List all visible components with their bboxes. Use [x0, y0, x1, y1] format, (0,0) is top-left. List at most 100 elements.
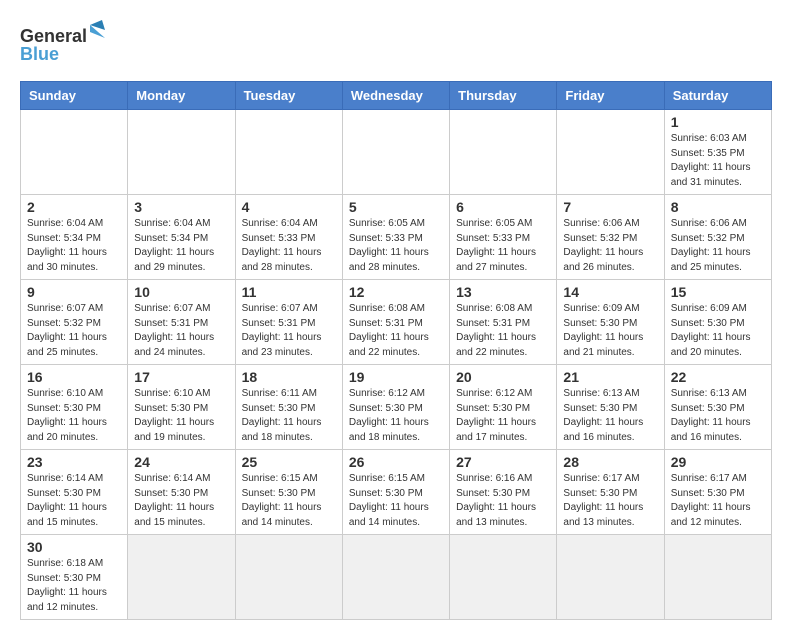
calendar-week-2: 9 Sunrise: 6:07 AM Sunset: 5:32 PM Daylig… [21, 280, 772, 365]
calendar-cell: 28Sunrise: 6:17 AM Sunset: 5:30 PM Dayli… [557, 450, 664, 535]
day-number: 2 [27, 199, 121, 215]
day-info: Sunrise: 6:14 AM Sunset: 5:30 PM Dayligh… [27, 472, 121, 530]
day-info: Sunrise: 6:11 AM Sunset: 5:30 PM Dayligh… [242, 387, 336, 445]
calendar-week-1: 2 Sunrise: 6:04 AM Sunset: 5:34 PM Daylig… [21, 195, 772, 280]
day-number: 6 [456, 199, 550, 215]
calendar-header-wednesday: Wednesday [342, 82, 449, 110]
day-number: 7 [563, 199, 657, 215]
calendar-cell: 16 Sunrise: 6:10 AM Sunset: 5:30 PM Dayli… [21, 365, 128, 450]
day-number: 29 [671, 454, 765, 470]
day-info: Sunrise: 6:04 AM Sunset: 5:33 PM Dayligh… [242, 217, 336, 275]
calendar-cell: 13Sunrise: 6:08 AM Sunset: 5:31 PM Dayli… [450, 280, 557, 365]
day-info: Sunrise: 6:05 AM Sunset: 5:33 PM Dayligh… [456, 217, 550, 275]
day-number: 15 [671, 284, 765, 300]
calendar-cell [342, 535, 449, 620]
calendar-cell: 19 Sunrise: 6:12 AM Sunset: 5:30 PM Dayli… [342, 365, 449, 450]
calendar-cell: 8 Sunrise: 6:06 AM Sunset: 5:32 PM Daylig… [664, 195, 771, 280]
svg-text:General: General [20, 26, 87, 46]
day-info: Sunrise: 6:12 AM Sunset: 5:30 PM Dayligh… [456, 387, 550, 445]
calendar-cell [450, 110, 557, 195]
day-info: Sunrise: 6:04 AM Sunset: 5:34 PM Dayligh… [27, 217, 121, 275]
calendar-cell [557, 110, 664, 195]
day-number: 8 [671, 199, 765, 215]
calendar-table: SundayMondayTuesdayWednesdayThursdayFrid… [20, 81, 772, 620]
page-header: GeneralBlue [20, 20, 772, 65]
day-number: 25 [242, 454, 336, 470]
calendar-cell: 27Sunrise: 6:16 AM Sunset: 5:30 PM Dayli… [450, 450, 557, 535]
calendar-cell: 2 Sunrise: 6:04 AM Sunset: 5:34 PM Daylig… [21, 195, 128, 280]
calendar-cell: 1Sunrise: 6:03 AM Sunset: 5:35 PM Daylig… [664, 110, 771, 195]
day-info: Sunrise: 6:03 AM Sunset: 5:35 PM Dayligh… [671, 132, 765, 190]
calendar-cell: 14 Sunrise: 6:09 AM Sunset: 5:30 PM Dayli… [557, 280, 664, 365]
calendar-week-0: 1Sunrise: 6:03 AM Sunset: 5:35 PM Daylig… [21, 110, 772, 195]
calendar-cell: 7 Sunrise: 6:06 AM Sunset: 5:32 PM Daylig… [557, 195, 664, 280]
day-number: 19 [349, 369, 443, 385]
calendar-cell: 22Sunrise: 6:13 AM Sunset: 5:30 PM Dayli… [664, 365, 771, 450]
calendar-header-friday: Friday [557, 82, 664, 110]
logo: GeneralBlue [20, 20, 110, 65]
day-info: Sunrise: 6:06 AM Sunset: 5:32 PM Dayligh… [563, 217, 657, 275]
day-info: Sunrise: 6:13 AM Sunset: 5:30 PM Dayligh… [563, 387, 657, 445]
day-number: 14 [563, 284, 657, 300]
calendar-header-thursday: Thursday [450, 82, 557, 110]
day-number: 26 [349, 454, 443, 470]
calendar-cell [342, 110, 449, 195]
calendar-cell: 29 Sunrise: 6:17 AM Sunset: 5:30 PM Dayli… [664, 450, 771, 535]
calendar-header-monday: Monday [128, 82, 235, 110]
day-number: 21 [563, 369, 657, 385]
day-info: Sunrise: 6:15 AM Sunset: 5:30 PM Dayligh… [349, 472, 443, 530]
calendar-cell [128, 535, 235, 620]
day-number: 13 [456, 284, 550, 300]
day-number: 12 [349, 284, 443, 300]
day-info: Sunrise: 6:05 AM Sunset: 5:33 PM Dayligh… [349, 217, 443, 275]
calendar-week-3: 16 Sunrise: 6:10 AM Sunset: 5:30 PM Dayli… [21, 365, 772, 450]
calendar-cell: 15 Sunrise: 6:09 AM Sunset: 5:30 PM Dayli… [664, 280, 771, 365]
day-info: Sunrise: 6:07 AM Sunset: 5:31 PM Dayligh… [134, 302, 228, 360]
day-info: Sunrise: 6:07 AM Sunset: 5:32 PM Dayligh… [27, 302, 121, 360]
day-info: Sunrise: 6:10 AM Sunset: 5:30 PM Dayligh… [27, 387, 121, 445]
calendar-cell: 23 Sunrise: 6:14 AM Sunset: 5:30 PM Dayli… [21, 450, 128, 535]
svg-text:Blue: Blue [20, 44, 59, 64]
day-info: Sunrise: 6:10 AM Sunset: 5:30 PM Dayligh… [134, 387, 228, 445]
calendar-cell [450, 535, 557, 620]
calendar-cell: 4 Sunrise: 6:04 AM Sunset: 5:33 PM Daylig… [235, 195, 342, 280]
day-info: Sunrise: 6:14 AM Sunset: 5:30 PM Dayligh… [134, 472, 228, 530]
day-number: 18 [242, 369, 336, 385]
calendar-header-row: SundayMondayTuesdayWednesdayThursdayFrid… [21, 82, 772, 110]
day-number: 10 [134, 284, 228, 300]
day-info: Sunrise: 6:07 AM Sunset: 5:31 PM Dayligh… [242, 302, 336, 360]
calendar-cell: 24Sunrise: 6:14 AM Sunset: 5:30 PM Dayli… [128, 450, 235, 535]
day-number: 9 [27, 284, 121, 300]
day-info: Sunrise: 6:09 AM Sunset: 5:30 PM Dayligh… [563, 302, 657, 360]
calendar-week-5: 30Sunrise: 6:18 AM Sunset: 5:30 PM Dayli… [21, 535, 772, 620]
day-info: Sunrise: 6:15 AM Sunset: 5:30 PM Dayligh… [242, 472, 336, 530]
day-info: Sunrise: 6:12 AM Sunset: 5:30 PM Dayligh… [349, 387, 443, 445]
calendar-cell: 21 Sunrise: 6:13 AM Sunset: 5:30 PM Dayli… [557, 365, 664, 450]
day-number: 27 [456, 454, 550, 470]
calendar-cell: 6 Sunrise: 6:05 AM Sunset: 5:33 PM Daylig… [450, 195, 557, 280]
calendar-cell [557, 535, 664, 620]
day-number: 16 [27, 369, 121, 385]
calendar-cell [235, 535, 342, 620]
calendar-cell: 26 Sunrise: 6:15 AM Sunset: 5:30 PM Dayli… [342, 450, 449, 535]
calendar-cell: 10 Sunrise: 6:07 AM Sunset: 5:31 PM Dayli… [128, 280, 235, 365]
calendar-header-saturday: Saturday [664, 82, 771, 110]
day-number: 30 [27, 539, 121, 555]
calendar-cell [128, 110, 235, 195]
calendar-cell: 3Sunrise: 6:04 AM Sunset: 5:34 PM Daylig… [128, 195, 235, 280]
day-number: 23 [27, 454, 121, 470]
day-number: 20 [456, 369, 550, 385]
day-number: 4 [242, 199, 336, 215]
day-info: Sunrise: 6:17 AM Sunset: 5:30 PM Dayligh… [671, 472, 765, 530]
day-info: Sunrise: 6:09 AM Sunset: 5:30 PM Dayligh… [671, 302, 765, 360]
calendar-cell [664, 535, 771, 620]
calendar-cell [21, 110, 128, 195]
day-number: 28 [563, 454, 657, 470]
calendar-cell: 11 Sunrise: 6:07 AM Sunset: 5:31 PM Dayli… [235, 280, 342, 365]
day-number: 11 [242, 284, 336, 300]
day-number: 5 [349, 199, 443, 215]
day-info: Sunrise: 6:06 AM Sunset: 5:32 PM Dayligh… [671, 217, 765, 275]
day-info: Sunrise: 6:04 AM Sunset: 5:34 PM Dayligh… [134, 217, 228, 275]
calendar-cell: 18 Sunrise: 6:11 AM Sunset: 5:30 PM Dayli… [235, 365, 342, 450]
day-number: 17 [134, 369, 228, 385]
